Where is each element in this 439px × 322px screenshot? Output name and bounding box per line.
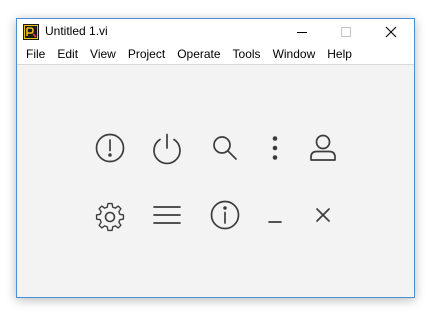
- window-title: Untitled 1.vi: [45, 24, 108, 38]
- power-icon[interactable]: [149, 130, 185, 166]
- menu-project[interactable]: Project: [122, 44, 171, 64]
- user-icon[interactable]: [305, 130, 341, 166]
- search-icon[interactable]: [207, 130, 243, 166]
- close-x-icon[interactable]: [305, 197, 341, 233]
- title-bar[interactable]: Untitled 1.vi: [17, 19, 414, 44]
- maximize-button[interactable]: [324, 19, 368, 44]
- menu-view[interactable]: View: [84, 44, 122, 64]
- minimize-icon: [297, 31, 307, 33]
- menu-file[interactable]: File: [20, 44, 51, 64]
- menu-operate[interactable]: Operate: [171, 44, 226, 64]
- settings-gear-icon[interactable]: [92, 197, 128, 233]
- minimize-button[interactable]: [280, 19, 324, 44]
- minimize-underscore-icon[interactable]: [257, 197, 293, 233]
- menu-tools[interactable]: Tools: [227, 44, 267, 64]
- menu-help[interactable]: Help: [321, 44, 358, 64]
- menu-edit[interactable]: Edit: [51, 44, 84, 64]
- menu-window[interactable]: Window: [267, 44, 322, 64]
- labview-vi-icon[interactable]: [23, 24, 39, 40]
- close-icon: [385, 26, 397, 37]
- more-vertical-icon[interactable]: [257, 130, 293, 166]
- menu-bar: File Edit View Project Operate Tools Win…: [17, 44, 414, 65]
- close-button[interactable]: [369, 19, 413, 44]
- app-window: Untitled 1.vi File Edit View Project Ope…: [16, 18, 415, 298]
- maximize-icon: [341, 26, 351, 37]
- info-circle-icon[interactable]: [207, 197, 243, 233]
- front-panel[interactable]: [17, 66, 414, 297]
- alert-circle-icon[interactable]: [92, 130, 128, 166]
- menu-hamburger-icon[interactable]: [149, 197, 185, 233]
